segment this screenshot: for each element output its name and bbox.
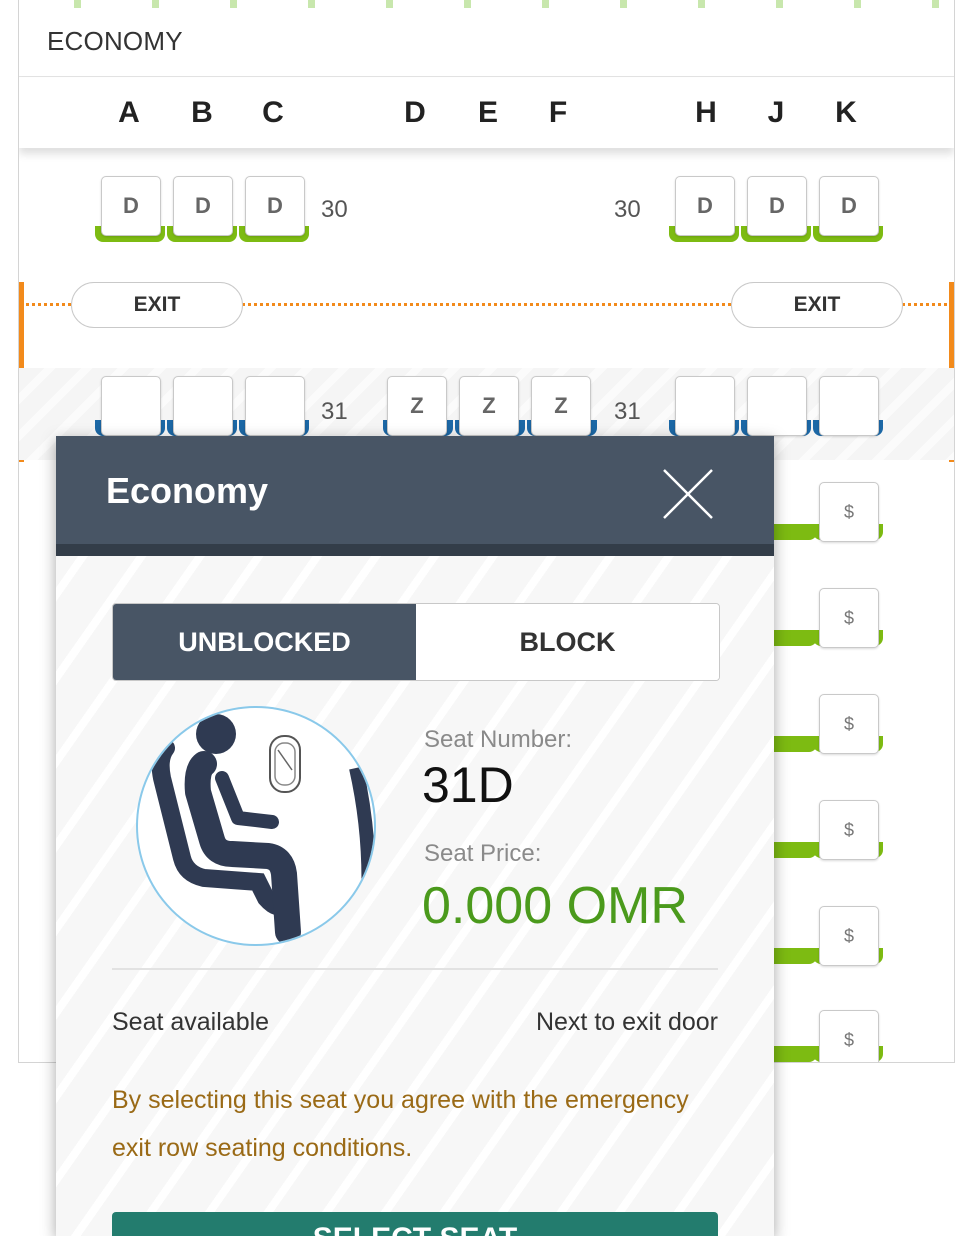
previous-row-edge	[19, 0, 954, 8]
popup-header-strip	[56, 544, 774, 556]
seat-31a[interactable]	[101, 376, 161, 436]
row-number: 30	[614, 196, 641, 223]
seat-price: 0.000 OMR	[422, 877, 688, 935]
column-letter-c: C	[262, 96, 284, 129]
seat-priced[interactable]: $	[819, 694, 879, 754]
exit-label-right: EXIT	[731, 282, 903, 328]
seat-feature: Next to exit door	[535, 1008, 718, 1036]
seat-30k[interactable]: D	[819, 176, 879, 236]
seat-31e[interactable]: Z	[459, 376, 519, 436]
seat-30b[interactable]: D	[173, 176, 233, 236]
column-letter-a: A	[118, 96, 140, 129]
cabin-label: ECONOMY	[47, 26, 183, 56]
seat-31b[interactable]	[173, 376, 233, 436]
column-letter-k: K	[835, 96, 857, 129]
exit-label-left: EXIT	[71, 282, 243, 328]
row-number: 31	[321, 398, 348, 425]
seat-priced[interactable]: $	[819, 906, 879, 966]
popup-body: UNBLOCKED BLOCK Seat Number: 31D Seat Pr…	[56, 556, 774, 1236]
select-seat-button[interactable]: SELECT SEAT	[112, 1212, 718, 1236]
seat-30j[interactable]: D	[747, 176, 807, 236]
seat-31c[interactable]	[245, 376, 305, 436]
seat-31f[interactable]: Z	[531, 376, 591, 436]
close-icon[interactable]	[658, 464, 718, 524]
seated-passenger-icon	[136, 706, 376, 946]
column-header: A B C D E F H J K	[19, 78, 954, 148]
divider	[112, 968, 718, 970]
popup-header: Economy	[56, 436, 774, 544]
popup-title: Economy	[106, 470, 269, 511]
seat-30c[interactable]: D	[245, 176, 305, 236]
column-letter-e: E	[477, 96, 498, 129]
seat-price-label: Seat Price:	[424, 840, 542, 867]
seat-30a[interactable]: D	[101, 176, 161, 236]
seat-priced[interactable]: $	[819, 482, 879, 542]
seat-30h[interactable]: D	[675, 176, 735, 236]
column-letter-j: J	[767, 96, 785, 129]
block-toggle: UNBLOCKED BLOCK	[112, 603, 720, 681]
block-button[interactable]: BLOCK	[416, 604, 719, 680]
seat-priced[interactable]: $	[819, 588, 879, 648]
exit-row-agreement: By selecting this seat you agree with th…	[112, 1086, 689, 1162]
column-letter-h: H	[695, 96, 717, 129]
seat-priced[interactable]: $	[819, 800, 879, 860]
seat-priced[interactable]: $	[819, 1010, 879, 1062]
column-letter-b: B	[191, 96, 213, 129]
seat-31k[interactable]	[819, 376, 879, 436]
seat-number-label: Seat Number:	[424, 726, 573, 753]
column-letter-f: F	[548, 96, 568, 129]
unblocked-button[interactable]: UNBLOCKED	[113, 604, 416, 680]
seat-number: 31D	[422, 757, 514, 813]
row-number: 30	[321, 196, 348, 223]
column-letter-d: D	[404, 96, 426, 129]
seat-31d[interactable]: Z	[387, 376, 447, 436]
seat-31j[interactable]	[747, 376, 807, 436]
divider	[19, 76, 954, 77]
row-number: 31	[614, 398, 641, 425]
seat-status: Seat available	[112, 1008, 270, 1036]
seat-details-popup: Economy UNBLOCKED BLOCK Seat Number: 31D…	[56, 436, 774, 1236]
seat-31h[interactable]	[675, 376, 735, 436]
